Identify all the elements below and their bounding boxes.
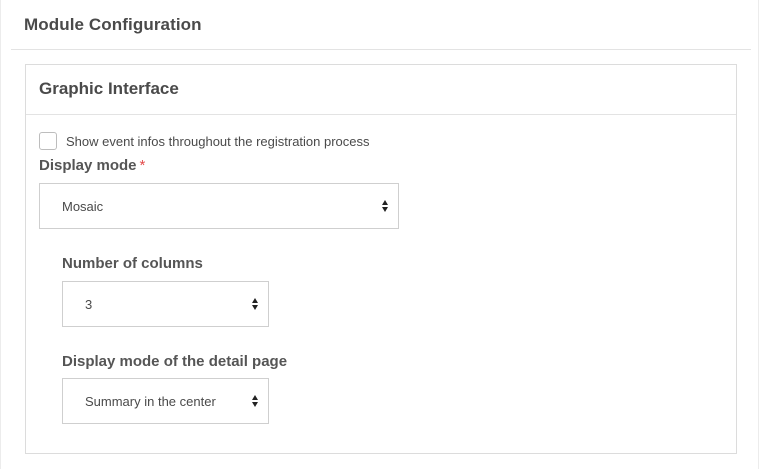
number-of-columns-label: Number of columns (62, 255, 203, 272)
chevron-up-down-icon (252, 395, 260, 409)
chevron-up-down-icon (382, 200, 390, 214)
number-of-columns-value: 3 (85, 297, 93, 312)
display-mode-select[interactable]: Mosaic (39, 183, 399, 229)
detail-page-mode-label: Display mode of the detail page (62, 353, 288, 370)
panel-title: Graphic Interface (39, 79, 179, 98)
show-event-infos-row[interactable]: Show event infos throughout the registra… (39, 132, 370, 150)
display-mode-label-text: Display mode (39, 157, 137, 174)
module-header: Module Configuration (11, 0, 751, 50)
chevron-up-down-icon (252, 298, 260, 312)
detail-page-mode-select[interactable]: Summary in the center (62, 378, 269, 424)
number-of-columns-select[interactable]: 3 (62, 281, 269, 327)
required-marker: * (139, 157, 146, 174)
show-event-infos-checkbox[interactable] (39, 132, 57, 150)
detail-page-mode-value: Summary in the center (85, 394, 216, 409)
graphic-interface-panel: Graphic Interface Show event infos throu… (25, 64, 737, 454)
module-title: Module Configuration (24, 15, 202, 34)
display-mode-label: Display mode * (39, 157, 145, 174)
show-event-infos-label: Show event infos throughout the registra… (66, 133, 370, 149)
panel-header: Graphic Interface (26, 65, 736, 115)
page: Module Configuration Graphic Interface S… (0, 0, 759, 469)
display-mode-value: Mosaic (62, 199, 104, 214)
